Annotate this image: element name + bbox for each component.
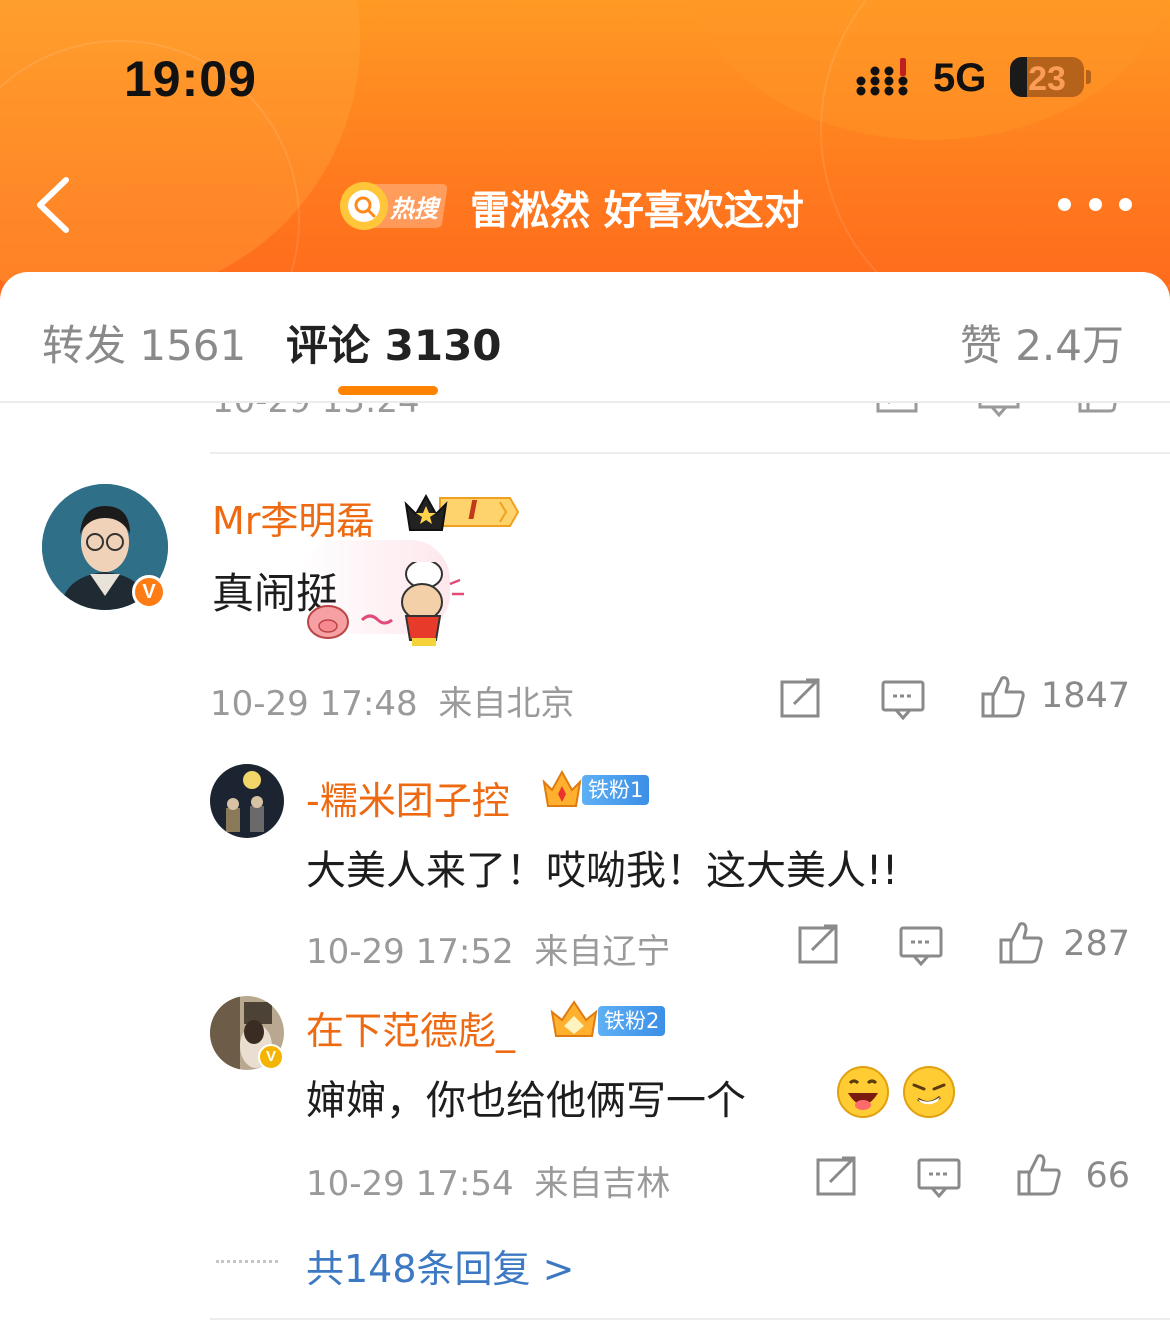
repost-icon[interactable] [778, 676, 824, 720]
like-count: 66 [1085, 1156, 1130, 1196]
battery-indicator: 23 [1010, 57, 1084, 97]
network-type: 5G [933, 56, 987, 100]
comment-timestamp: 10-29 17:48 [210, 684, 418, 724]
tab-likes[interactable]: 赞 2.4万 [960, 312, 1124, 373]
verified-icon: V [132, 575, 166, 609]
avatar-image [210, 764, 284, 838]
tab-repost[interactable]: 转发 1561 [42, 312, 246, 373]
comment-location: 来自北京 [438, 684, 575, 724]
reply-username[interactable]: 在下范德彪_ [306, 1000, 515, 1055]
crown-icon [404, 493, 520, 531]
like-icon[interactable] [980, 674, 1026, 718]
header-decoration [820, 0, 1170, 300]
reply-text: 婶婶，你也给他俩写一个 [306, 1078, 746, 1124]
comment-icon[interactable] [880, 676, 926, 720]
page-title[interactable]: 雷淞然 好喜欢这对 [470, 178, 804, 236]
top-header: 19:09 5G 23 热搜 雷淞然 好喜欢这对 [0, 0, 1170, 300]
like-icon[interactable] [998, 920, 1044, 964]
reply-meta: 10-29 17:52 来自辽宁 [306, 924, 670, 973]
fan-badge: 铁粉2 [598, 1006, 666, 1036]
more-dot [1058, 197, 1071, 211]
divider [210, 1318, 1170, 1320]
verified-icon: V [258, 1044, 284, 1070]
repost-icon[interactable] [796, 922, 842, 966]
divider [210, 452, 1170, 454]
repost-icon[interactable] [876, 403, 918, 427]
fan-badge: 铁粉1 [582, 775, 650, 805]
comment-sheet: 转发 1561 评论 3130 赞 2.4万 10-29 13:24 [0, 272, 1170, 1324]
reply-timestamp: 10-29 17:54 [306, 1164, 514, 1204]
comment-icon[interactable] [898, 922, 944, 966]
avatar[interactable] [210, 764, 284, 838]
reply-meta: 10-29 17:54 来自吉林 [306, 1156, 670, 1205]
more-icon[interactable] [1058, 190, 1132, 218]
like-count: 287 [1063, 924, 1130, 964]
repost-icon[interactable] [814, 1154, 860, 1198]
tab-indicator [338, 386, 438, 395]
signal-icon [856, 58, 908, 96]
reply-location: 来自吉林 [534, 1164, 671, 1204]
more-replies-link[interactable]: 共148条回复 > [306, 1238, 574, 1293]
back-icon[interactable] [30, 170, 80, 240]
hot-search-badge[interactable]: 热搜 [338, 178, 452, 232]
tab-comments[interactable]: 评论 3130 [286, 312, 502, 373]
tab-bar: 转发 1561 评论 3130 赞 2.4万 [0, 272, 1170, 403]
comment-icon[interactable] [916, 1154, 962, 1198]
replies-connector [216, 1260, 278, 1263]
previous-comment-row: 10-29 13:24 [0, 403, 1170, 453]
smirk-emoji-icon [903, 1066, 955, 1118]
reply-username[interactable]: -糯米团子控 [306, 770, 510, 825]
search-icon [354, 196, 376, 218]
previous-timestamp: 10-29 13:24 [212, 403, 420, 421]
battery-tip [1086, 70, 1091, 84]
hot-badge-label: 热搜 [390, 195, 438, 223]
crown-icon [550, 1000, 598, 1037]
battery-level: 23 [1028, 60, 1066, 97]
more-dot [1088, 197, 1102, 211]
like-icon[interactable] [1078, 403, 1120, 427]
crown-level: I [468, 496, 478, 526]
reply-text: 大美人来了！哎呦我！这大美人!! [306, 848, 899, 894]
laughing-emoji-icon [837, 1066, 889, 1118]
comment-icon[interactable] [978, 403, 1020, 427]
status-time: 19:09 [124, 51, 257, 107]
reply-location: 来自辽宁 [534, 932, 671, 972]
reply-timestamp: 10-29 17:52 [306, 932, 514, 972]
comment-meta: 10-29 17:48 来自北京 [210, 676, 574, 725]
more-dot [1119, 197, 1132, 211]
like-count: 1847 [1040, 676, 1130, 716]
crown-icon [542, 769, 582, 807]
comment-username[interactable]: Mr李明磊 [212, 490, 374, 545]
sticker-icon [307, 562, 464, 646]
